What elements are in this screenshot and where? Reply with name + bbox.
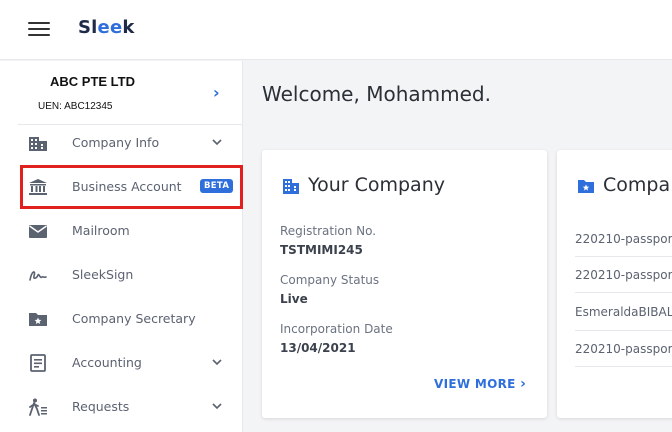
incorporation-date-label: Incorporation Date <box>280 322 393 336</box>
sidebar-item-label: SleekSign <box>72 267 134 282</box>
document-item[interactable]: 220210-passpor <box>575 268 672 282</box>
sidebar-item-company-secretary[interactable]: Company Secretary <box>0 297 243 341</box>
sidebar: ABC PTE LTD UEN: ABC12345 › Company Info <box>0 61 243 432</box>
company-documents-card: Compa 220210-passpor 220210-passpor Esme… <box>557 150 672 418</box>
hamburger-menu-icon[interactable] <box>28 22 50 38</box>
document-item[interactable]: EsmeraldaBIBAL_ <box>575 305 672 319</box>
top-bar: Sleek <box>0 0 672 60</box>
view-more-link[interactable]: VIEW MORE › <box>434 376 526 392</box>
status-value: Live <box>280 292 308 306</box>
welcome-heading: Welcome, Mohammed. <box>262 82 491 106</box>
sleek-logo[interactable]: Sleek <box>78 17 135 38</box>
chevron-down-icon[interactable] <box>210 399 224 413</box>
document-item[interactable]: 220210-passpor <box>575 232 672 246</box>
folder-star-icon <box>29 313 47 326</box>
sidebar-item-company-info[interactable]: Company Info <box>0 121 243 165</box>
incorporation-date-value: 13/04/2021 <box>280 341 356 355</box>
divider <box>575 256 672 257</box>
divider <box>575 330 672 331</box>
sidebar-item-label: Requests <box>72 399 130 414</box>
chevron-right-icon: › <box>520 376 527 392</box>
logo-text-ee: ee <box>97 17 123 38</box>
building-icon <box>283 179 299 194</box>
walking-person-icon <box>29 398 47 416</box>
sidebar-item-label: Mailroom <box>72 223 130 238</box>
card-title: Compa <box>603 174 671 196</box>
divider <box>575 366 672 367</box>
card-title: Your Company <box>308 174 445 196</box>
your-company-card: Your Company Registration No. TSTMIMI245… <box>262 150 547 418</box>
chevron-down-icon[interactable] <box>210 135 224 149</box>
logo-text-suffix: k <box>122 17 135 38</box>
folder-star-icon <box>578 180 594 193</box>
logo-text-prefix: Sl <box>78 17 98 38</box>
chevron-right-icon[interactable]: › <box>213 83 220 102</box>
sidebar-item-label: Business Account <box>72 179 182 194</box>
company-switcher[interactable]: ABC PTE LTD UEN: ABC12345 › <box>18 67 243 125</box>
sidebar-nav: Company Info Business Account BETA Mailr… <box>0 121 243 429</box>
sidebar-item-label: Company Info <box>72 135 160 150</box>
signature-icon <box>29 271 47 281</box>
sidebar-item-accounting[interactable]: Accounting <box>0 341 243 385</box>
building-icon <box>29 137 47 151</box>
status-label: Company Status <box>280 273 380 287</box>
company-uen: UEN: ABC12345 <box>20 95 135 117</box>
bank-icon <box>29 179 47 195</box>
sidebar-item-label: Accounting <box>72 355 142 370</box>
registration-value: TSTMIMI245 <box>280 243 363 257</box>
sidebar-item-sleeksign[interactable]: SleekSign <box>0 253 243 297</box>
beta-badge: BETA <box>200 179 234 193</box>
registration-label: Registration No. <box>280 224 377 238</box>
ledger-icon <box>30 354 46 372</box>
chevron-down-icon[interactable] <box>210 355 224 369</box>
document-item[interactable]: 220210-passpor <box>575 342 672 356</box>
sidebar-item-business-account[interactable]: Business Account BETA <box>0 165 243 209</box>
mail-icon <box>29 225 47 238</box>
divider <box>575 292 672 293</box>
sidebar-item-requests[interactable]: Requests <box>0 385 243 429</box>
view-more-label: VIEW MORE <box>434 377 516 391</box>
company-name: ABC PTE LTD <box>20 67 170 91</box>
sidebar-item-label: Company Secretary <box>72 311 196 326</box>
sidebar-item-mailroom[interactable]: Mailroom <box>0 209 243 253</box>
